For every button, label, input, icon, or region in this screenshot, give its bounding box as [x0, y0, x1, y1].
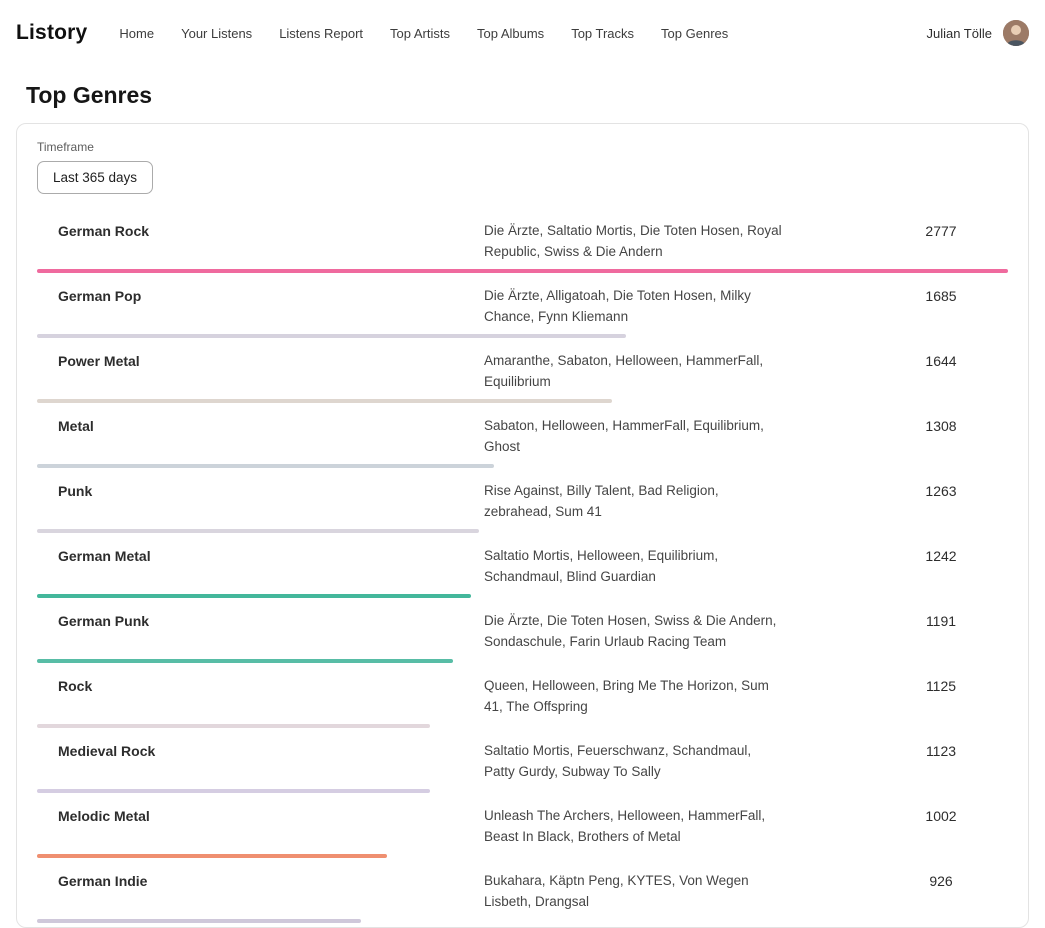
- nav-item-top-artists[interactable]: Top Artists: [390, 26, 450, 41]
- genre-bar: [37, 399, 612, 403]
- genre-count: 1242: [874, 545, 1008, 564]
- genre-row: German Punk Die Ärzte, Die Toten Hosen, …: [37, 602, 1008, 667]
- person-icon: [1003, 20, 1029, 46]
- genre-row: German Indie Bukahara, Käptn Peng, KYTES…: [37, 862, 1008, 927]
- genre-row: Rock Queen, Helloween, Bring Me The Hori…: [37, 667, 1008, 732]
- nav-item-home[interactable]: Home: [119, 26, 154, 41]
- genre-bar: [37, 789, 430, 793]
- genre-count: 926: [874, 870, 1008, 889]
- timeframe-label: Timeframe: [37, 140, 1008, 154]
- timeframe-select[interactable]: Last 365 days: [37, 161, 153, 194]
- genre-artists: Sabaton, Helloween, HammerFall, Equilibr…: [484, 415, 784, 457]
- genre-count: 1123: [874, 740, 1008, 759]
- nav-item-top-tracks[interactable]: Top Tracks: [571, 26, 634, 41]
- user-avatar[interactable]: [1003, 20, 1029, 46]
- genre-row: Power Metal Amaranthe, Sabaton, Hellowee…: [37, 342, 1008, 407]
- genre-bar: [37, 464, 494, 468]
- genre-artists: Saltatio Mortis, Feuerschwanz, Schandmau…: [484, 740, 784, 782]
- genre-artists: Rise Against, Billy Talent, Bad Religion…: [484, 480, 784, 522]
- genre-name: Rock: [37, 675, 484, 694]
- genre-count: 1002: [874, 805, 1008, 824]
- nav-item-your-listens[interactable]: Your Listens: [181, 26, 252, 41]
- genre-row: Metal Sabaton, Helloween, HammerFall, Eq…: [37, 407, 1008, 472]
- genre-name: German Punk: [37, 610, 484, 629]
- genre-name: Medieval Rock: [37, 740, 484, 759]
- genre-name: Punk: [37, 480, 484, 499]
- genre-count: 1644: [874, 350, 1008, 369]
- genre-name: German Metal: [37, 545, 484, 564]
- nav-user-area: Julian Tölle: [926, 20, 1029, 46]
- genre-artists: Queen, Helloween, Bring Me The Horizon, …: [484, 675, 784, 717]
- genre-name: Metal: [37, 415, 484, 434]
- top-nav: Listory Home Your Listens Listens Report…: [0, 0, 1045, 66]
- genre-bar: [37, 269, 1008, 273]
- genre-bar: [37, 854, 387, 858]
- genre-artists: Die Ärzte, Saltatio Mortis, Die Toten Ho…: [484, 220, 784, 262]
- genre-artists: Die Ärzte, Die Toten Hosen, Swiss & Die …: [484, 610, 784, 652]
- nav-links: Home Your Listens Listens Report Top Art…: [119, 26, 728, 41]
- genre-count: 2777: [874, 220, 1008, 239]
- genre-name: German Indie: [37, 870, 484, 889]
- genre-bar: [37, 334, 626, 338]
- genre-count: 1125: [874, 675, 1008, 694]
- genre-bar: [37, 659, 453, 663]
- genre-artists: Bukahara, Käptn Peng, KYTES, Von Wegen L…: [484, 870, 784, 912]
- app-logo[interactable]: Listory: [16, 21, 87, 45]
- genre-artists: Unleash The Archers, Helloween, HammerFa…: [484, 805, 784, 847]
- genre-artists: Saltatio Mortis, Helloween, Equilibrium,…: [484, 545, 784, 587]
- genre-row: Melodic Metal Unleash The Archers, Hello…: [37, 797, 1008, 862]
- genre-name: German Rock: [37, 220, 484, 239]
- genre-bar: [37, 724, 430, 728]
- genres-table: German Rock Die Ärzte, Saltatio Mortis, …: [37, 212, 1008, 927]
- genre-row: German Rock Die Ärzte, Saltatio Mortis, …: [37, 212, 1008, 277]
- nav-item-top-genres[interactable]: Top Genres: [661, 26, 728, 41]
- genre-count: 1191: [874, 610, 1008, 629]
- genre-bar: [37, 529, 479, 533]
- nav-item-top-albums[interactable]: Top Albums: [477, 26, 544, 41]
- nav-item-listens-report[interactable]: Listens Report: [279, 26, 363, 41]
- genre-name: German Pop: [37, 285, 484, 304]
- page-title: Top Genres: [0, 82, 1045, 109]
- genre-row: German Pop Die Ärzte, Alligatoah, Die To…: [37, 277, 1008, 342]
- user-name: Julian Tölle: [926, 26, 992, 41]
- genre-bar: [37, 594, 471, 598]
- genre-artists: Die Ärzte, Alligatoah, Die Toten Hosen, …: [484, 285, 784, 327]
- genre-bar: [37, 919, 361, 923]
- genre-count: 1685: [874, 285, 1008, 304]
- timeframe-control: Timeframe Last 365 days: [37, 140, 1008, 194]
- genres-card: Timeframe Last 365 days German Rock Die …: [16, 123, 1029, 928]
- genre-count: 1263: [874, 480, 1008, 499]
- genre-row: German Metal Saltatio Mortis, Helloween,…: [37, 537, 1008, 602]
- genre-row: Punk Rise Against, Billy Talent, Bad Rel…: [37, 472, 1008, 537]
- genre-count: 1308: [874, 415, 1008, 434]
- genre-row: Medieval Rock Saltatio Mortis, Feuerschw…: [37, 732, 1008, 797]
- genre-name: Power Metal: [37, 350, 484, 369]
- genre-name: Melodic Metal: [37, 805, 484, 824]
- genre-artists: Amaranthe, Sabaton, Helloween, HammerFal…: [484, 350, 784, 392]
